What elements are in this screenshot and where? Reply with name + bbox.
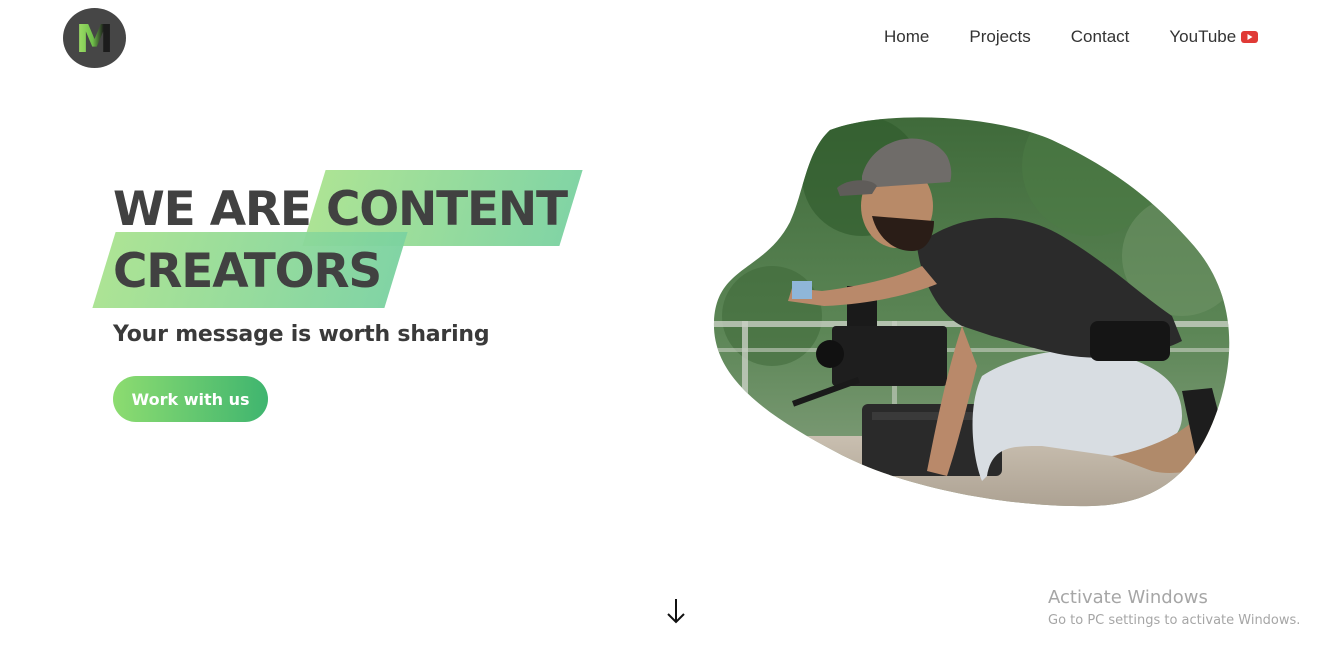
nav-projects[interactable]: Projects [969, 27, 1030, 47]
hero-title-line-1: WE ARE CONTENT [113, 182, 568, 237]
logo-letter: M [75, 17, 114, 61]
videographer-photo [713, 117, 1230, 507]
hero-subtitle: Your message is worth sharing [113, 322, 490, 347]
arrow-down-icon[interactable] [665, 597, 687, 625]
watermark-subtitle: Go to PC settings to activate Windows. [1048, 613, 1301, 628]
nav-youtube-label: YouTube [1169, 27, 1237, 46]
main-nav: Home Projects Contact YouTube [884, 27, 1259, 47]
nav-contact[interactable]: Contact [1071, 27, 1130, 47]
logo[interactable]: M [63, 8, 126, 68]
nav-youtube[interactable]: YouTube [1169, 27, 1259, 47]
activate-windows-watermark: Activate Windows Go to PC settings to ac… [1048, 587, 1300, 631]
hero-title: WE ARE CONTENT CREATORS [92, 170, 613, 310]
youtube-icon [1241, 31, 1259, 43]
watermark-title: Activate Windows [1048, 587, 1208, 608]
nav-home[interactable]: Home [884, 27, 929, 47]
hero-title-line-2: CREATORS [113, 244, 382, 299]
work-with-us-button[interactable]: Work with us [113, 376, 268, 422]
